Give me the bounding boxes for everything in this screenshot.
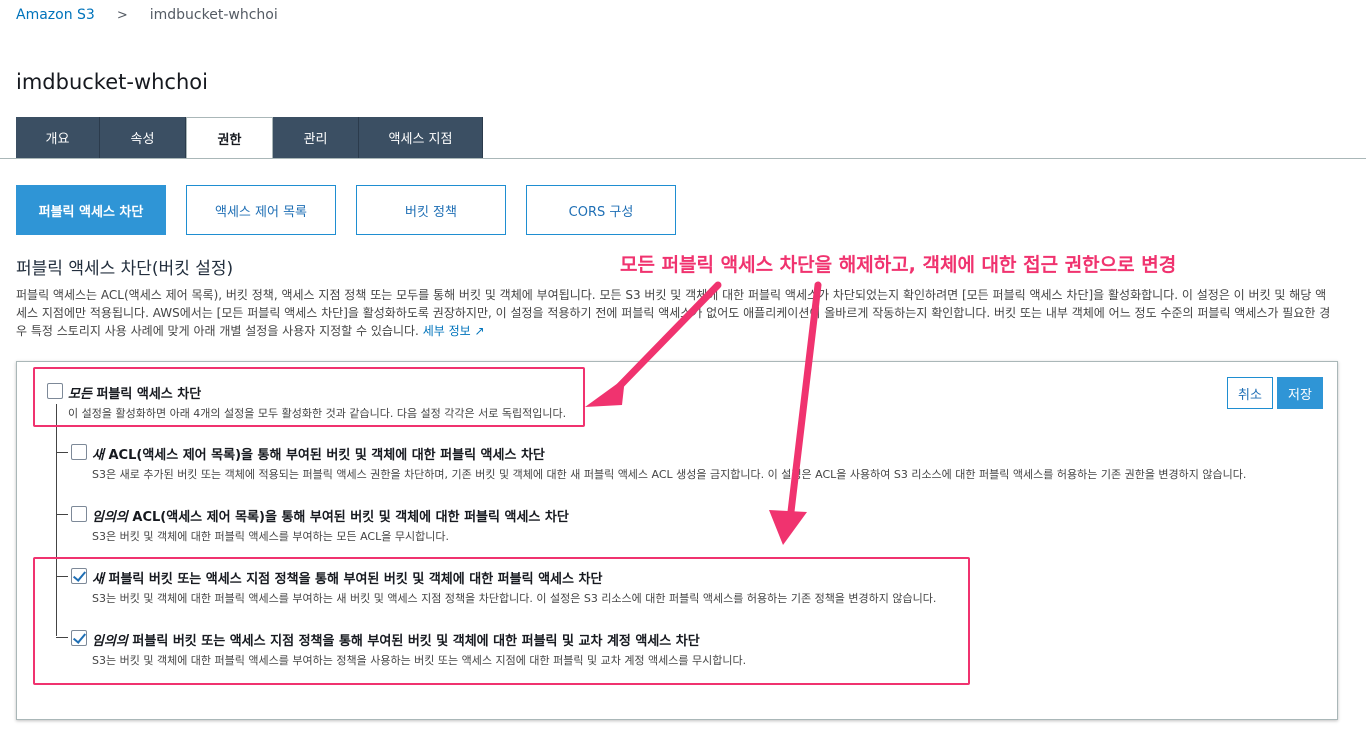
s3-console-page: Amazon S3 > imdbucket-whchoi imdbucket-w…: [0, 0, 1366, 742]
annotation-arrowhead-1: [585, 378, 625, 407]
annotation-arrowhead-2: [769, 510, 807, 545]
annotation-arrow-2: [786, 281, 822, 524]
annotation-arrows: [585, 281, 822, 545]
